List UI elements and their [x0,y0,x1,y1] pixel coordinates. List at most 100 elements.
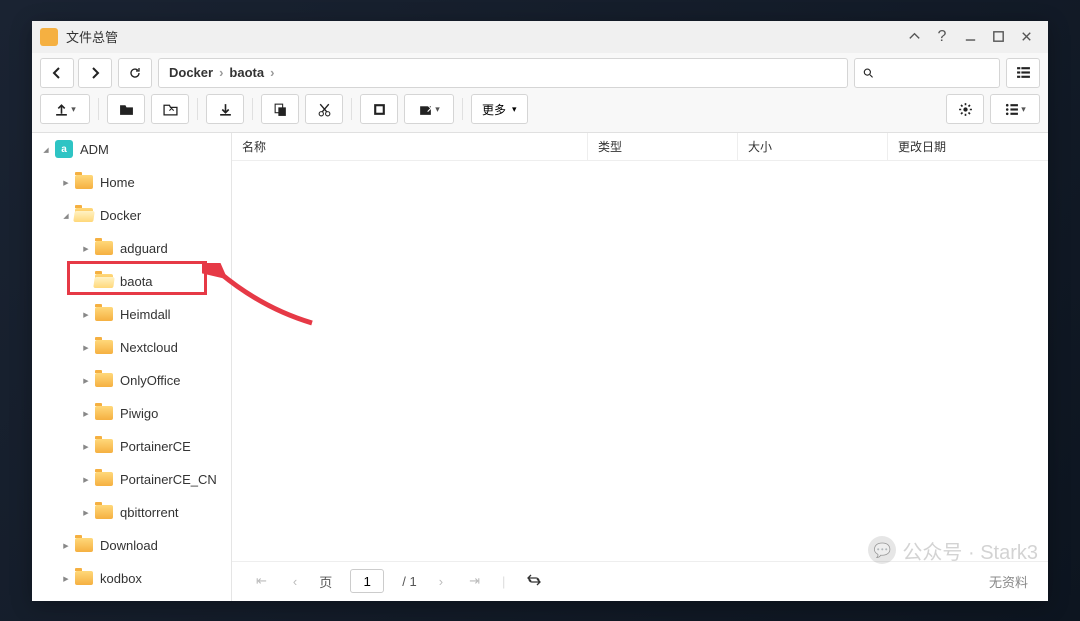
tree-item-label: Download [100,538,158,553]
tree-item[interactable]: OnlyOffice [32,364,231,397]
folder-icon [75,175,93,189]
page-input[interactable] [350,569,384,593]
close-button[interactable] [1012,23,1040,51]
main-area: a ADM Home Docker adguard baota Heimdall Next… [32,133,1048,601]
tree-item[interactable]: qbittorrent [32,496,231,529]
expander-icon[interactable] [60,210,72,220]
tree-item[interactable]: Nextcloud [32,331,231,364]
expander-icon[interactable] [80,375,92,385]
pager: ⇤ ‹ 页 / 1 › ⇥ | 无资料 [232,561,1048,601]
forward-button[interactable] [78,58,112,88]
tree-item-label: Docker [100,208,141,223]
expander-icon[interactable] [60,177,72,187]
list-body [232,161,1048,561]
folder-tree[interactable]: a ADM Home Docker adguard baota Heimdall Next… [32,133,232,601]
tree-item[interactable]: Download [32,529,231,562]
list-header: 名称 类型 大小 更改日期 [232,133,1048,161]
cut-button[interactable] [305,94,343,124]
col-size[interactable]: 大小 [738,133,888,160]
col-type[interactable]: 类型 [588,133,738,160]
expander-icon[interactable] [80,309,92,319]
tree-label: ADM [80,142,109,157]
tree-item-label: baota [120,274,153,289]
tree-item-label: PortainerCE_CN [120,472,217,487]
tree-item[interactable]: Piwigo [32,397,231,430]
prev-page-button[interactable]: ‹ [289,572,301,591]
folder-icon [95,505,113,519]
col-name[interactable]: 名称 [232,133,588,160]
next-page-button[interactable]: › [435,572,447,591]
tree-item[interactable]: adguard [32,232,231,265]
folder-icon [95,373,113,387]
tree-item[interactable]: Home [32,166,231,199]
expander-icon[interactable] [80,474,92,484]
no-data-label: 无资料 [989,572,1028,591]
tree-item[interactable]: Heimdall [32,298,231,331]
expander-icon[interactable] [80,441,92,451]
tree-item[interactable]: kodbox [32,562,231,595]
col-date[interactable]: 更改日期 [888,133,1048,160]
breadcrumb-segment-1[interactable]: baota [229,65,264,80]
folder-open-icon [95,274,113,288]
page-total: / 1 [402,574,416,589]
expander-icon[interactable] [60,573,72,583]
file-manager-window: 文件总管 ? Docker › baota › ▾ [32,21,1048,601]
last-page-button[interactable]: ⇥ [465,571,484,591]
tree-item-label: Heimdall [120,307,171,322]
expander-icon[interactable] [80,243,92,253]
chevron-right-icon: › [270,65,274,80]
tree-item[interactable]: baota [32,265,231,298]
more-button[interactable]: 更多▾ [471,94,528,124]
pager-refresh-button[interactable] [523,571,545,592]
tree-item[interactable]: Docker [32,199,231,232]
settings-button[interactable] [946,94,984,124]
action-toolbar: ▾ ▾ 更多▾ ▾ [32,93,1048,133]
tree-item-label: Piwigo [120,406,158,421]
tree-item-label: PortainerCE [120,439,191,454]
breadcrumb-segment-0[interactable]: Docker [169,65,213,80]
upload-button[interactable]: ▾ [40,94,90,124]
refresh-button[interactable] [118,58,152,88]
view-mode-button[interactable]: ▾ [990,94,1040,124]
folder-icon [95,340,113,354]
nav-toolbar: Docker › baota › [32,53,1048,93]
copy-button[interactable] [261,94,299,124]
folder-icon [95,241,113,255]
expander-icon[interactable] [80,507,92,517]
tree-item-label: OnlyOffice [120,373,180,388]
maximize-button[interactable] [984,23,1012,51]
expander-icon[interactable] [60,540,72,550]
tree-item-label: qbittorrent [120,505,179,520]
adm-icon: a [55,140,73,158]
collapse-button[interactable] [900,23,928,51]
expander-icon[interactable] [80,408,92,418]
share-button[interactable]: ▾ [404,94,454,124]
folder-open-icon [75,208,93,222]
tree-item[interactable]: PortainerCE_CN [32,463,231,496]
expander-icon[interactable] [40,144,52,154]
view-toggle-button[interactable] [1006,58,1040,88]
folder-action-button[interactable] [151,94,189,124]
tree-item-label: Home [100,175,135,190]
tree-root[interactable]: a ADM [32,133,231,166]
expander-icon[interactable] [80,342,92,352]
download-button[interactable] [206,94,244,124]
breadcrumb[interactable]: Docker › baota › [158,58,848,88]
window-title: 文件总管 [66,27,900,46]
tree-item-label: kodbox [100,571,142,586]
search-field[interactable] [879,65,991,80]
folder-icon [95,307,113,321]
search-input[interactable] [854,58,1000,88]
help-button[interactable]: ? [928,23,956,51]
app-icon [40,28,58,46]
back-button[interactable] [40,58,74,88]
folder-icon [95,406,113,420]
search-icon [863,67,873,79]
tree-item[interactable]: PortainerCE [32,430,231,463]
select-all-button[interactable] [360,94,398,124]
minimize-button[interactable] [956,23,984,51]
new-folder-button[interactable] [107,94,145,124]
first-page-button[interactable]: ⇤ [252,571,271,591]
page-label: 页 [319,572,332,591]
file-list: 名称 类型 大小 更改日期 💬 公众号 · Stark3 ⇤ ‹ 页 [232,133,1048,601]
